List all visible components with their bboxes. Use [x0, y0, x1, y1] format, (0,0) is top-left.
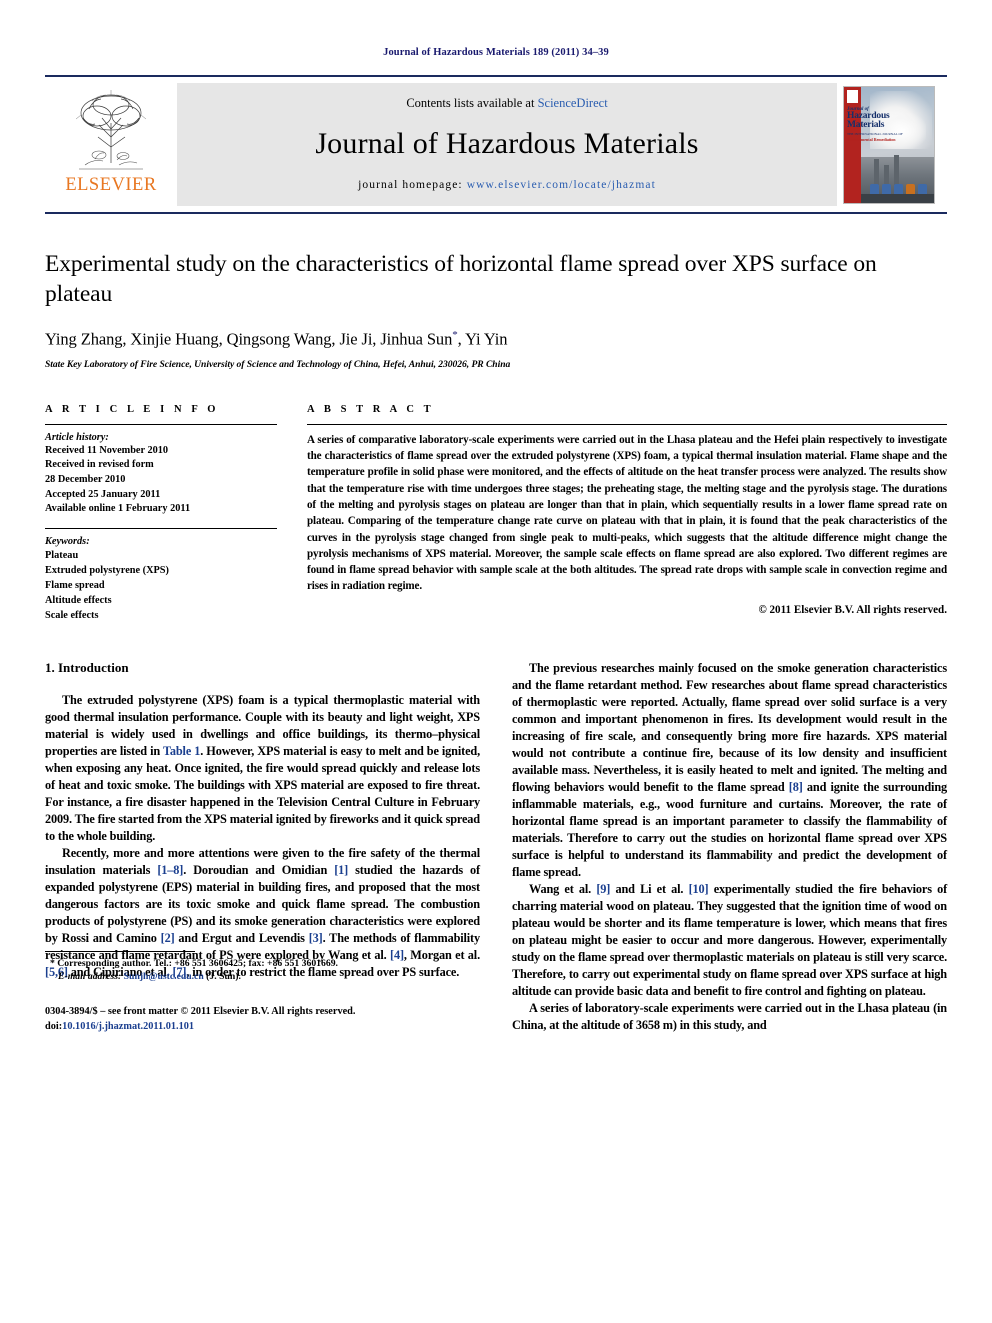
citation-link[interactable]: [9]: [596, 882, 610, 896]
journal-masthead: ELSEVIER Contents lists available at Sci…: [45, 75, 947, 214]
table-1-reference-link[interactable]: Table 1: [163, 744, 200, 758]
contents-prefix: Contents lists available at: [406, 96, 538, 110]
keyword-item: Altitude effects: [45, 594, 112, 606]
footnote-block: * Corresponding author. Tel.: +86 551 36…: [45, 950, 480, 1035]
page-title: Experimental study on the characteristic…: [45, 251, 877, 307]
cover-ground: [861, 193, 934, 203]
authors-tail: , Yi Yin: [457, 329, 508, 349]
cover-smokestack: [874, 158, 879, 185]
citation-link[interactable]: [1]: [334, 863, 348, 877]
affiliation: State Key Laboratory of Fire Science, Un…: [45, 358, 511, 370]
doi-link[interactable]: 10.1016/j.jhazmat.2011.01.101: [62, 1021, 194, 1032]
corresponding-author-text: * Corresponding author. Tel.: +86 551 36…: [50, 957, 338, 969]
citation-link[interactable]: [3]: [309, 931, 323, 945]
citation-link[interactable]: [1–8]: [157, 863, 183, 877]
abstract-column: A B S T R A C T A series of comparative …: [307, 404, 947, 623]
authors-main: Ying Zhang, Xinjie Huang, Qingsong Wang,…: [45, 329, 453, 349]
section-heading-introduction: 1. Introduction: [45, 659, 129, 675]
homepage-label: journal homepage:: [358, 179, 463, 191]
cover-left-bar: [844, 86, 861, 203]
paragraph: The previous researches mainly focused o…: [512, 660, 947, 881]
keyword-item: Flame spread: [45, 579, 105, 591]
paragraph-text: . However, XPS material is easy to melt …: [45, 743, 481, 844]
copyright-line: © 2011 Elsevier B.V. All rights reserved…: [758, 603, 947, 616]
email-link[interactable]: Sunjh@ustc.edu.cn: [124, 971, 204, 982]
paragraph-text: Wang et al.: [529, 882, 597, 897]
paragraph-text: and ignite the surrounding inflammable m…: [512, 780, 948, 880]
journal-cover-thumbnail: Journal of Hazardous Materials THE INTER…: [837, 77, 947, 212]
footnote-divider: [45, 950, 195, 952]
citation-link[interactable]: [2]: [161, 931, 175, 945]
cover-title-line3: Materials: [847, 120, 885, 131]
history-item: Accepted 25 January 2011: [45, 488, 161, 500]
running-head: Journal of Hazardous Materials 189 (2011…: [383, 47, 609, 58]
title-block: Experimental study on the characteristic…: [45, 250, 947, 370]
doi-line: doi:10.1016/j.jhazmat.2011.01.101: [45, 1020, 480, 1034]
divider: [45, 527, 277, 529]
contents-available-line: Contents lists available at ScienceDirec…: [406, 96, 607, 111]
issn-doi-block: 0304-3894/$ – see front matter © 2011 El…: [45, 1005, 480, 1034]
citation-link[interactable]: [10]: [689, 882, 709, 896]
paragraph-text: and Li et al.: [610, 882, 689, 897]
article-info-column: A R T I C L E I N F O Article history: R…: [45, 404, 277, 623]
abstract-heading: A B S T R A C T: [307, 403, 435, 415]
paragraph: Wang et al. [9] and Li et al. [10] exper…: [512, 881, 947, 1000]
author-list: Ying Zhang, Xinjie Huang, Qingsong Wang,…: [45, 329, 947, 350]
history-item: Received 11 November 2010: [45, 444, 169, 456]
paragraph-text: experimentally studied the fire behavior…: [512, 882, 948, 999]
divider: [307, 423, 947, 425]
history-item: Received in revised form: [45, 459, 154, 471]
paragraph-text: The previous researches mainly focused o…: [512, 660, 947, 795]
left-column: 1. Introduction The extruded polystyrene…: [45, 660, 480, 1034]
keywords-label: Keywords:: [45, 535, 90, 547]
cover-title-line4: THE INTERNATIONAL JOURNAL OF: [847, 131, 903, 136]
masthead-center-panel: Contents lists available at ScienceDirec…: [177, 83, 837, 206]
journal-title: Journal of Hazardous Materials: [315, 127, 699, 160]
elsevier-logo: ELSEVIER: [45, 77, 177, 212]
homepage-url[interactable]: www.elsevier.com/locate/jhazmat: [467, 179, 656, 191]
body-columns: 1. Introduction The extruded polystyrene…: [45, 660, 947, 1034]
right-column: The previous researches mainly focused o…: [512, 660, 947, 1034]
article-first-page: Journal of Hazardous Materials 189 (2011…: [0, 0, 992, 1323]
keyword-item: Plateau: [45, 549, 79, 561]
email-suffix: (J. Sun).: [203, 971, 241, 983]
elsevier-tree-icon: [75, 90, 147, 170]
info-abstract-row: A R T I C L E I N F O Article history: R…: [45, 404, 947, 623]
sciencedirect-link[interactable]: ScienceDirect: [538, 96, 608, 110]
journal-homepage-line: journal homepage: www.elsevier.com/locat…: [358, 179, 656, 191]
cover-smokestack: [884, 164, 889, 185]
article-info-heading: A R T I C L E I N F O: [45, 403, 220, 415]
doi-label: doi:: [45, 1020, 63, 1032]
history-item: 28 December 2010: [45, 473, 126, 485]
cover-image: Journal of Hazardous Materials THE INTER…: [843, 85, 935, 204]
paragraph-text: . Doroudian and Omidian: [183, 863, 335, 878]
citation-link[interactable]: [8]: [789, 780, 803, 794]
cover-title-line5: Environmental Remediation: [847, 136, 896, 142]
elsevier-wordmark: ELSEVIER: [65, 175, 157, 195]
article-history-label: Article history:: [45, 431, 109, 443]
abstract-text: A series of comparative laboratory-scale…: [307, 433, 947, 593]
keyword-item: Scale effects: [45, 609, 99, 621]
paragraph: A series of laboratory-scale experiments…: [512, 1001, 947, 1033]
divider: [45, 423, 277, 425]
cover-smokestack: [894, 154, 899, 185]
corresponding-author-footnote: * Corresponding author. Tel.: +86 551 36…: [45, 957, 480, 984]
email-label: E-mail address:: [58, 971, 122, 983]
keyword-item: Extruded polystyrene (XPS): [45, 564, 169, 576]
cover-elsevier-mark: [847, 89, 858, 103]
paragraph-text: and Ergut and Levendis: [174, 931, 309, 946]
paragraph: The extruded polystyrene (XPS) foam is a…: [45, 692, 480, 845]
cover-title-block: Journal of Hazardous Materials THE INTER…: [847, 107, 913, 142]
history-item: Available online 1 February 2011: [45, 503, 191, 515]
issn-line: 0304-3894/$ – see front matter © 2011 El…: [45, 1006, 356, 1018]
